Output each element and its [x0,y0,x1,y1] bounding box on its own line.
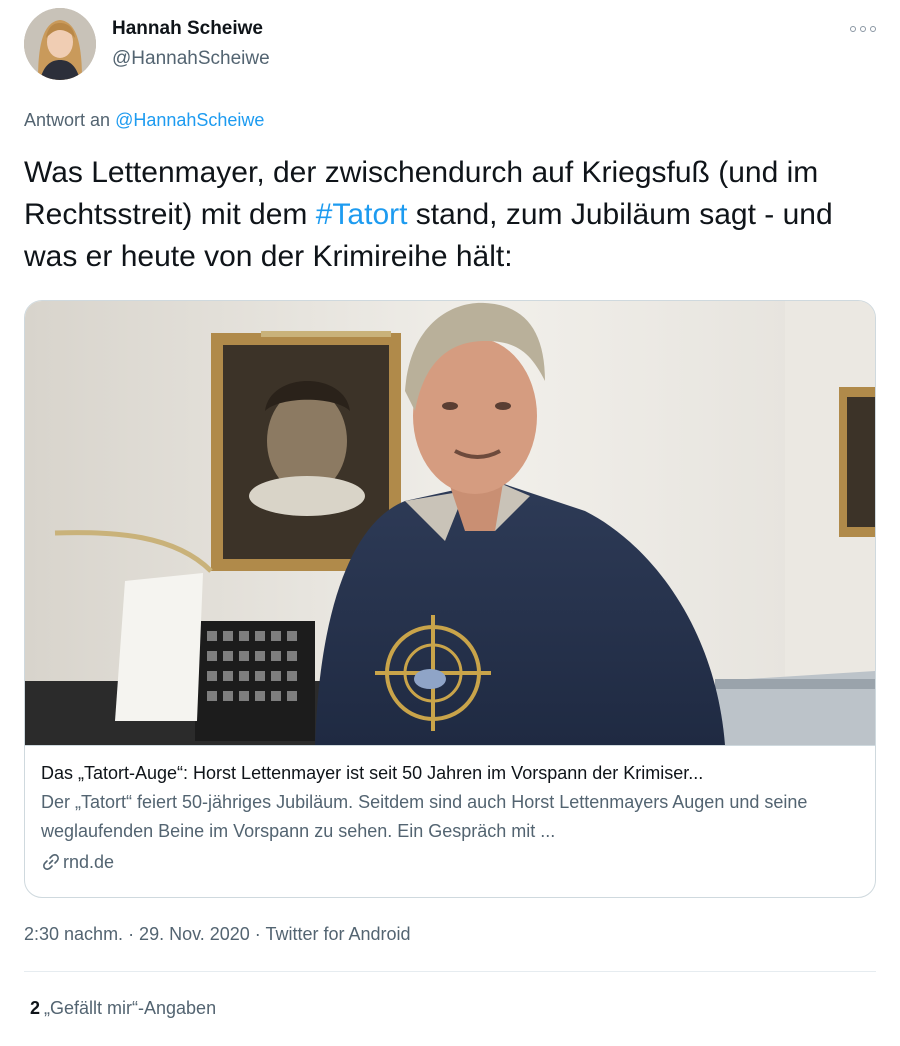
tweet: Hannah Scheiwe @HannahScheiwe Antwort an… [0,0,900,1046]
avatar[interactable] [24,8,96,80]
tweet-text: Was Lettenmayer, der zwischendurch auf K… [24,152,884,278]
reply-prefix: Antwort an [24,110,111,130]
author-handle[interactable]: @HannahScheiwe [112,48,270,70]
link-card-domain-text: rnd.de [63,852,115,872]
author-name[interactable]: Hannah Scheiwe [112,18,263,40]
likes-count-link[interactable]: 2 „Gefällt mir“-Angaben [30,998,216,1019]
link-card-title[interactable]: Das „Tatort-Auge“: Horst Lettenmayer ist… [41,760,859,786]
reply-context: Antwort an @HannahScheiwe [24,110,264,131]
hashtag-link[interactable]: #Tatort [316,198,408,231]
link-icon [41,852,61,872]
likes-label: „Gefällt mir“-Angaben [44,998,217,1018]
more-options-icon[interactable] [850,22,876,36]
tweet-timestamp[interactable]: 2:30 nachm. · 29. Nov. 2020 · Twitter fo… [24,924,411,945]
link-card-body[interactable]: Das „Tatort-Auge“: Horst Lettenmayer ist… [25,745,875,897]
link-card-description: Der „Tatort“ feiert 50-jähriges Jubiläum… [41,792,808,841]
reply-mention-link[interactable]: @HannahScheiwe [115,110,264,130]
link-card-image[interactable] [25,301,875,745]
link-card-domain: rnd.de [41,848,859,876]
link-card[interactable]: Das „Tatort-Auge“: Horst Lettenmayer ist… [24,300,876,898]
likes-count: 2 [30,998,41,1018]
divider [24,971,876,972]
